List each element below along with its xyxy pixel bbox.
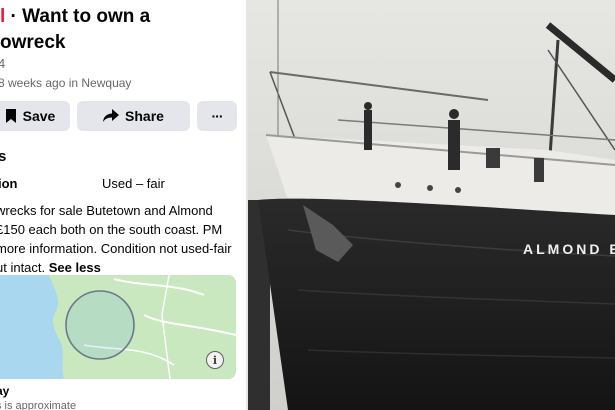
map-graphic (0, 275, 236, 379)
more-options-button[interactable]: ··· (197, 101, 237, 131)
description-line: wrecks for sale Butetown and Almond (0, 203, 213, 218)
location-name: ay (0, 384, 10, 398)
title-line-1: · Want to own a (5, 6, 151, 27)
listing-price: 4 (0, 56, 6, 71)
share-label: Share (125, 108, 164, 124)
condition-label: ion (0, 176, 18, 191)
ship-name-text: ALMOND B (523, 241, 615, 257)
save-button[interactable]: Save (0, 101, 70, 131)
listing-meta: 8 weeks ago in Newquay (0, 76, 132, 90)
listing-title: l · Want to own a (0, 4, 150, 30)
condition-value: Used – fair (102, 176, 165, 191)
location-approximate-note: s is approximate (0, 400, 77, 410)
description-line: ut intact. (0, 260, 46, 275)
description-line: £150 each both on the south coast. PM (0, 222, 223, 237)
description-line: more information. Condition not used-fai… (0, 241, 232, 256)
bookmark-icon (5, 109, 16, 123)
save-label: Save (22, 108, 56, 124)
listing-photo: ALMOND B (248, 0, 615, 410)
location-map[interactable]: i (0, 275, 236, 379)
listing-panel: l · Want to own a owreck 4 8 weeks ago i… (0, 0, 246, 410)
info-icon[interactable]: i (206, 351, 224, 369)
share-arrow-icon (103, 109, 120, 122)
share-button[interactable]: Share (77, 101, 190, 131)
see-less-link[interactable]: See less (49, 260, 101, 275)
title-line-2: owreck (0, 32, 66, 53)
listing-description: wrecks for sale Butetown and Almond £150… (0, 201, 242, 277)
details-heading: s (0, 148, 7, 165)
more-dots-icon: ··· (211, 108, 224, 124)
shipwreck-photo: ALMOND B (248, 0, 615, 410)
